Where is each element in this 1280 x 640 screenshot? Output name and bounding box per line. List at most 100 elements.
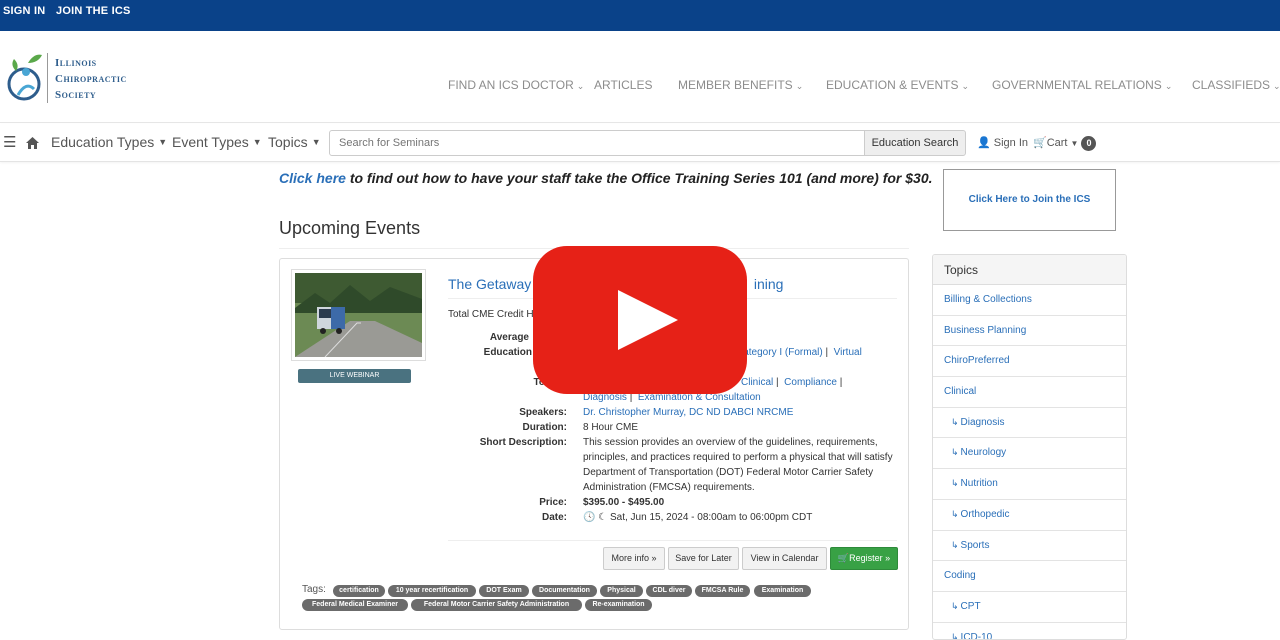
topic-subitem[interactable]: ↳ Diagnosis bbox=[933, 408, 1126, 439]
topic-subitem[interactable]: ↳ ICD-10 bbox=[933, 623, 1126, 640]
tag-chip[interactable]: Federal Medical Examiner bbox=[302, 599, 408, 611]
price-value: $395.00 - $495.00 bbox=[583, 497, 665, 508]
top-bar: SIGN IN JOIN THE ICS bbox=[0, 0, 1280, 31]
date-text: Sat, Jun 15, 2024 - 08:00am to 06:00pm C… bbox=[609, 512, 813, 523]
topic-label: Neurology bbox=[960, 447, 1007, 459]
section-title: Upcoming Events bbox=[279, 218, 421, 238]
event-title-start: The Getaway - bbox=[448, 276, 540, 292]
tag-chip[interactable]: Re-examination bbox=[585, 599, 652, 611]
tag-chip[interactable]: Federal Motor Carrier Safety Administrat… bbox=[411, 599, 582, 611]
nav-label: ARTICLES bbox=[594, 78, 653, 92]
logo-line-2: Chiropractic bbox=[55, 73, 127, 85]
topics-line-1: Clinical | Compliance | bbox=[741, 377, 843, 388]
topic-item[interactable]: Billing & Collections bbox=[933, 285, 1126, 316]
subitem-arrow-icon: ↳ bbox=[951, 631, 959, 640]
topic-subitem[interactable]: ↳ Orthopedic bbox=[933, 500, 1126, 531]
promo-click-here-link[interactable]: Click here bbox=[279, 170, 346, 186]
topics-dropdown[interactable]: Topics ▼ bbox=[268, 134, 321, 150]
nav-classifieds[interactable]: CLASSIFIEDS ⌄ bbox=[1192, 78, 1280, 92]
topic-label: Business Planning bbox=[944, 324, 1027, 336]
toolbar-sign-in[interactable]: 👤 Sign In bbox=[977, 136, 1028, 149]
topics-panel: Topics Billing & Collections Business Pl… bbox=[932, 254, 1127, 640]
more-info-button[interactable]: More info » bbox=[603, 547, 665, 570]
dropdown-label: Event Types bbox=[172, 134, 249, 150]
date-value: 🕓 ☾ Sat, Jun 15, 2024 - 08:00am to 06:00… bbox=[583, 510, 812, 525]
nav-label: EDUCATION & EVENTS bbox=[826, 78, 959, 92]
sign-in-label: Sign In bbox=[993, 137, 1029, 149]
join-ics-cta[interactable]: Click Here to Join the ICS bbox=[943, 169, 1116, 231]
nav-articles[interactable]: ARTICLES bbox=[594, 78, 652, 92]
speakers-label: Speakers: bbox=[519, 407, 567, 418]
price-label: Price: bbox=[539, 497, 567, 508]
caret-down-icon: ▼ bbox=[311, 137, 321, 147]
cart-dropdown[interactable]: 🛒Cart ▼ 0 bbox=[1033, 136, 1097, 151]
cart-count-badge: 0 bbox=[1081, 136, 1097, 151]
education-category-link[interactable]: Category I (Formal) bbox=[736, 347, 823, 358]
promo-line: Click here to find out how to have your … bbox=[279, 170, 933, 186]
tag-chip[interactable]: Examination bbox=[754, 585, 811, 597]
short-description-label: Short Description: bbox=[479, 437, 567, 448]
event-thumbnail[interactable] bbox=[291, 269, 426, 361]
sign-in-link[interactable]: SIGN IN bbox=[3, 5, 45, 17]
caret-down-icon: ▼ bbox=[158, 137, 168, 147]
topic-item[interactable]: Coding bbox=[933, 561, 1126, 592]
view-in-calendar-button[interactable]: View in Calendar bbox=[742, 547, 827, 570]
tag-chip[interactable]: 10 year recertification bbox=[388, 585, 476, 597]
topic-label: Coding bbox=[944, 570, 976, 582]
tags-label: Tags: bbox=[302, 584, 326, 595]
register-label: Register » bbox=[849, 553, 891, 563]
topic-compliance-link[interactable]: Compliance bbox=[784, 377, 837, 388]
topic-label: ICD-10 bbox=[960, 631, 993, 640]
join-ics-link[interactable]: JOIN THE ICS bbox=[56, 5, 131, 17]
nav-find-doctor[interactable]: FIND AN ICS DOCTOR ⌄ bbox=[448, 78, 584, 92]
tag-chip[interactable]: CDL diver bbox=[646, 585, 692, 597]
event-title-end: ining bbox=[753, 276, 784, 292]
ics-logo-icon[interactable] bbox=[4, 51, 44, 105]
average-label: Average bbox=[489, 332, 529, 343]
tag-chip[interactable]: DOT Exam bbox=[479, 585, 529, 597]
topic-label: ChiroPreferred bbox=[944, 355, 1010, 367]
topic-item[interactable]: ChiroPreferred bbox=[933, 346, 1126, 378]
hamburger-menu-icon[interactable]: ☰ bbox=[3, 133, 16, 151]
topic-item[interactable]: Business Planning bbox=[933, 316, 1126, 347]
chevron-down-icon: ⌄ bbox=[961, 81, 970, 91]
live-webinar-badge: LIVE WEBINAR bbox=[298, 369, 411, 383]
tag-chip[interactable]: certification bbox=[333, 585, 385, 597]
cme-credit-text: Total CME Credit H bbox=[448, 309, 534, 320]
home-icon[interactable] bbox=[25, 136, 40, 150]
video-play-button-icon[interactable] bbox=[533, 246, 747, 394]
nav-education-events[interactable]: EDUCATION & EVENTS ⌄ bbox=[826, 78, 969, 92]
seminar-search-input[interactable] bbox=[329, 130, 865, 156]
tag-chip[interactable]: Physical bbox=[600, 585, 643, 597]
subitem-arrow-icon: ↳ bbox=[951, 447, 959, 458]
topic-subitem[interactable]: ↳ CPT bbox=[933, 592, 1126, 623]
user-icon: 👤 bbox=[977, 137, 991, 149]
speakers-value: Dr. Christopher Murray, DC ND DABCI NRCM… bbox=[583, 405, 793, 420]
event-types-dropdown[interactable]: Event Types ▼ bbox=[172, 134, 262, 150]
topic-label: CPT bbox=[960, 600, 981, 612]
register-button[interactable]: 🛒Register » bbox=[830, 547, 898, 570]
topic-subitem[interactable]: ↳ Nutrition bbox=[933, 469, 1126, 500]
short-description-value: This session provides an overview of the… bbox=[583, 437, 893, 493]
education-types-dropdown[interactable]: Education Types ▼ bbox=[51, 134, 167, 150]
topic-subitem[interactable]: ↳ Neurology bbox=[933, 438, 1126, 470]
chevron-down-icon: ⌄ bbox=[576, 81, 585, 91]
tag-chip[interactable]: FMCSA Rule bbox=[695, 585, 750, 597]
nav-governmental-relations[interactable]: GOVERNMENTAL RELATIONS ⌄ bbox=[992, 78, 1172, 92]
education-virtual-link[interactable]: Virtual bbox=[834, 347, 862, 358]
nav-label: FIND AN ICS DOCTOR bbox=[448, 78, 574, 92]
topic-label: Nutrition bbox=[960, 478, 998, 490]
topic-item[interactable]: Clinical bbox=[933, 377, 1126, 408]
nav-label: CLASSIFIEDS bbox=[1192, 78, 1271, 92]
topic-subitem[interactable]: ↳ Sports bbox=[933, 531, 1126, 562]
tag-chip[interactable]: Documentation bbox=[532, 585, 597, 597]
nav-label: GOVERNMENTAL RELATIONS bbox=[992, 78, 1162, 92]
duration-value: 8 Hour CME bbox=[583, 422, 639, 433]
nav-member-benefits[interactable]: MEMBER BENEFITS ⌄ bbox=[678, 78, 803, 92]
save-for-later-button[interactable]: Save for Later bbox=[668, 547, 739, 570]
speaker-link[interactable]: Dr. Christopher Murray, DC ND DABCI NRCM… bbox=[583, 407, 793, 418]
topic-label: Diagnosis bbox=[960, 416, 1005, 428]
logo-text[interactable]: Illinois Chiropractic Society bbox=[55, 55, 127, 103]
dropdown-label: Topics bbox=[268, 134, 308, 150]
education-search-button[interactable]: Education Search bbox=[864, 130, 966, 156]
